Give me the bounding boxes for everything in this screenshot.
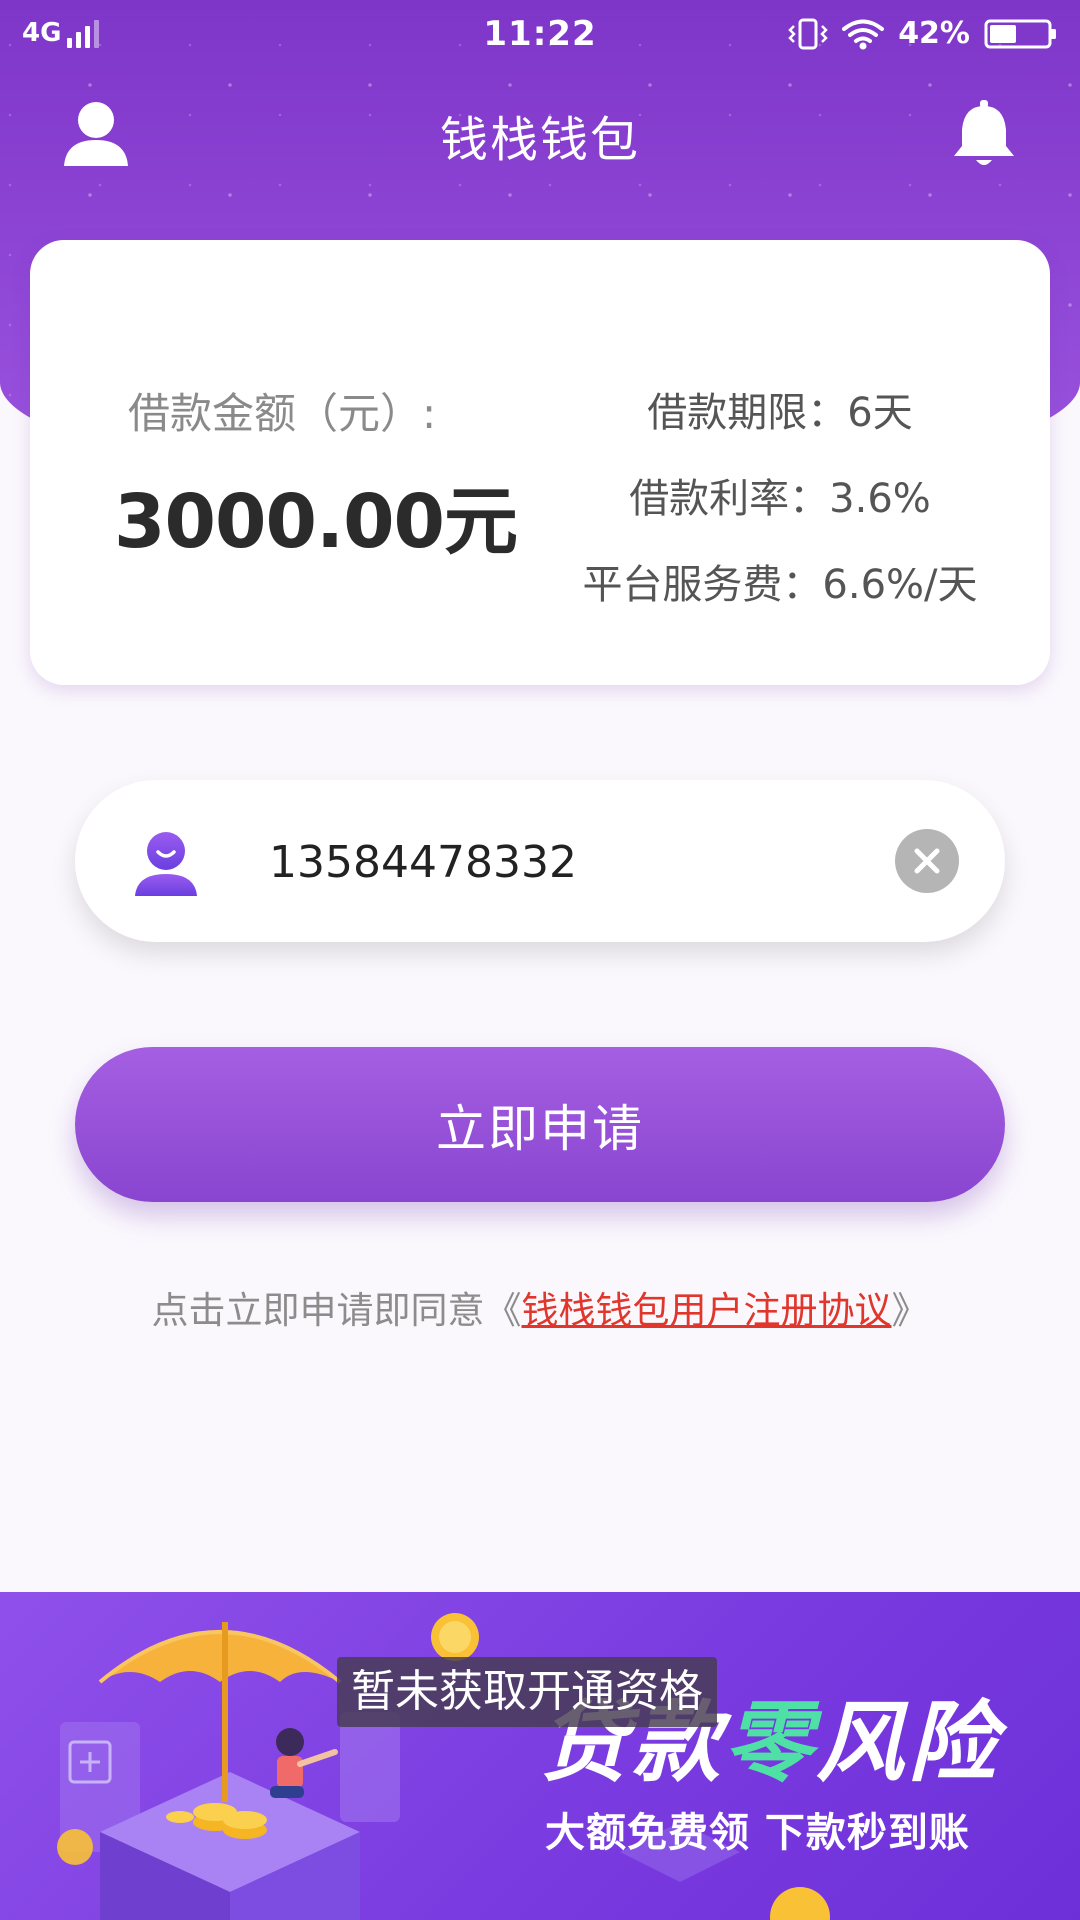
smiley-user-icon xyxy=(135,832,197,896)
banner-headline-b: 风险 xyxy=(816,1691,1001,1794)
agreement-close-quote: 》 xyxy=(891,1289,929,1332)
loan-amount-label: 借款金额（元）: xyxy=(128,389,437,438)
notification-button[interactable] xyxy=(946,96,1022,172)
agreement-link[interactable]: 钱栈钱包用户注册协议 xyxy=(522,1289,892,1332)
loan-amount-value: 3000.00元 xyxy=(114,479,518,565)
page-title: 钱栈钱包 xyxy=(439,112,640,168)
apply-now-label: 立即申请 xyxy=(436,1099,644,1158)
loan-terms: 借款期限：6天 借款利率：3.6% 平台服务费：6.6%/天 xyxy=(565,370,995,628)
apply-now-button[interactable]: 立即申请 xyxy=(75,1047,1005,1202)
wifi-icon xyxy=(842,19,885,49)
promo-banner[interactable]: 贷款零风险 大额免费领 下款秒到账 xyxy=(0,1592,1080,1920)
banner-subtitle: 大额免费领 下款秒到账 xyxy=(545,1810,970,1856)
navigation-bar: 钱栈钱包 xyxy=(0,86,1080,178)
status-bar: 4G 11:22 42% xyxy=(0,0,1080,76)
vibrate-icon xyxy=(788,18,828,49)
agreement-prefix: 点击立即申请即同意 xyxy=(151,1289,485,1332)
phone-field[interactable] xyxy=(75,780,1005,942)
close-circle-icon[interactable] xyxy=(893,827,961,895)
toast-message: 暂未获取开通资格 xyxy=(337,1657,717,1727)
bell-icon xyxy=(954,100,1014,165)
loan-term-rate: 借款利率：3.6% xyxy=(629,476,931,522)
battery-percent: 42% xyxy=(898,16,970,51)
agreement-notice: 点击立即申请即同意《钱栈钱包用户注册协议》 xyxy=(0,1280,1080,1334)
system-indicators: 42% xyxy=(788,16,1058,51)
loan-term-service-fee: 平台服务费：6.6%/天 xyxy=(582,562,978,608)
battery-icon xyxy=(984,19,1056,48)
banner-headline-accent: 零 xyxy=(724,1691,817,1794)
loan-term-period: 借款期限：6天 xyxy=(647,390,913,436)
phone-input[interactable] xyxy=(267,820,831,904)
loan-info-card: 借款金额（元）: 3000.00元 借款期限：6天 借款利率：3.6% 平台服务… xyxy=(30,240,1050,685)
agreement-open-quote: 《 xyxy=(484,1289,522,1332)
